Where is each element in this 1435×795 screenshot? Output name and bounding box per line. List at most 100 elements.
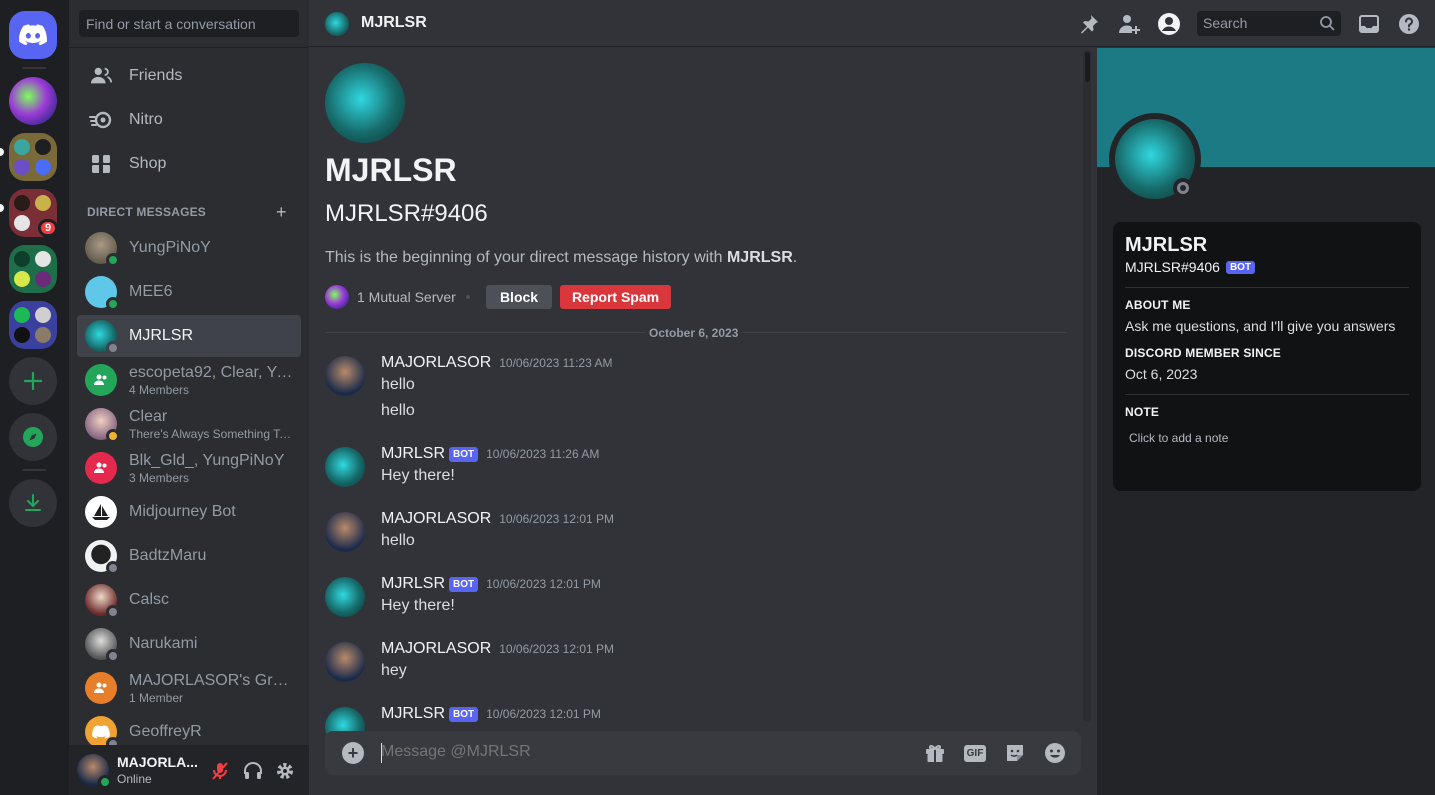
profile-name: MJRLSR: [1125, 234, 1208, 256]
note-input[interactable]: Click to add a note: [1129, 431, 1409, 445]
download-apps-button[interactable]: [9, 479, 57, 527]
scrollbar-track[interactable]: [1083, 50, 1091, 722]
scrollbar-thumb[interactable]: [1085, 52, 1090, 82]
about-me-heading: ABOUT ME: [1125, 298, 1191, 312]
avatar: [85, 408, 120, 443]
message-author[interactable]: MAJORLASOR: [381, 354, 491, 372]
report-spam-button[interactable]: Report Spam: [560, 285, 671, 309]
user-profile-toggle[interactable]: [1157, 12, 1181, 36]
home-button[interactable]: [9, 11, 57, 59]
intro-text-name: MJRLSR: [726, 249, 793, 266]
create-dm-button[interactable]: +: [276, 202, 287, 223]
gif-icon: GIF: [963, 744, 987, 762]
rail-separator: [22, 67, 46, 69]
message: MJRLSR BOT 10/06/2023 12:01 PM Hey there!: [325, 575, 1065, 619]
avatar: [85, 496, 117, 528]
message-avatar[interactable]: [325, 512, 365, 552]
nav-label: Shop: [129, 155, 167, 172]
mutual-servers-link[interactable]: 1 Mutual Server: [325, 285, 456, 309]
intro-name: MJRLSR: [325, 152, 457, 188]
nav-nitro[interactable]: Nitro: [77, 99, 301, 141]
message-avatar[interactable]: [325, 642, 365, 682]
find-conversation-input[interactable]: Find or start a conversation: [79, 10, 299, 37]
message: MAJORLASOR 10/06/2023 12:01 PM hey: [325, 640, 1065, 684]
dm-name: Clear: [129, 407, 168, 425]
message-content: hey: [381, 662, 407, 679]
search-input[interactable]: Search: [1197, 11, 1341, 36]
add-friends-to-dm-button[interactable]: [1117, 12, 1141, 36]
pinned-messages-button[interactable]: [1077, 12, 1101, 36]
dm-name: Narukami: [129, 635, 198, 652]
server-folder-4[interactable]: [9, 301, 57, 349]
dm-item[interactable]: YungPiNoY: [77, 227, 301, 269]
status-online-icon: [98, 775, 112, 789]
help-button[interactable]: [1397, 12, 1421, 36]
upload-button[interactable]: +: [342, 742, 364, 764]
status-online-icon: [106, 297, 120, 311]
message-timestamp: 10/06/2023 12:01 PM: [499, 642, 615, 656]
server-icon: [325, 285, 349, 309]
message-author[interactable]: MAJORLASOR: [381, 510, 491, 528]
dm-item[interactable]: Narukami: [77, 623, 301, 665]
message: MJRLSR BOT 10/06/2023 11:26 AM Hey there!: [325, 445, 1065, 489]
inbox-button[interactable]: [1357, 12, 1381, 36]
dm-item[interactable]: Blk_Gld_, YungPiNoY 3 Members: [77, 447, 301, 489]
dm-name: escopeta92, Clear, Yu...: [129, 363, 293, 381]
message-author[interactable]: MJRLSR: [381, 575, 445, 593]
mute-button[interactable]: [209, 760, 231, 782]
user-status: Online: [117, 772, 152, 786]
status-offline-icon: [106, 605, 120, 619]
message-avatar[interactable]: [325, 447, 365, 487]
message-avatar[interactable]: [325, 577, 365, 617]
dm-item[interactable]: escopeta92, Clear, Yu... 4 Members: [77, 359, 301, 401]
dm-item[interactable]: MAJORLASOR's Group 1 Member: [77, 667, 301, 709]
explore-button[interactable]: [9, 413, 57, 461]
add-server-button[interactable]: [9, 357, 57, 405]
server-icon-1[interactable]: [9, 77, 57, 125]
sticker-button[interactable]: [1003, 741, 1027, 765]
block-button[interactable]: Block: [486, 285, 552, 309]
intro-avatar: [325, 63, 405, 143]
message: MAJORLASOR 10/06/2023 11:23 AM hello hell…: [325, 354, 1065, 420]
dm-item[interactable]: Clear There's Always Something To ...: [77, 403, 301, 445]
message-avatar[interactable]: [325, 356, 365, 396]
nav-friends[interactable]: Friends: [77, 55, 301, 97]
nav-shop[interactable]: Shop: [77, 143, 301, 185]
message-timestamp: 10/06/2023 12:01 PM: [486, 577, 601, 591]
dm-name: MEE6: [129, 283, 173, 300]
gif-button[interactable]: GIF: [963, 741, 987, 765]
dm-item-selected[interactable]: MJRLSR: [77, 315, 301, 357]
dm-item[interactable]: Midjourney Bot: [77, 491, 301, 533]
member-since-date: Oct 6, 2023: [1125, 366, 1198, 382]
sailboat-icon: [92, 504, 110, 520]
user-avatar[interactable]: [77, 754, 112, 789]
dm-name: MJRLSR: [129, 327, 194, 344]
dm-item[interactable]: BadtzMaru: [77, 535, 301, 577]
divider: [1125, 287, 1409, 288]
gift-button[interactable]: [923, 741, 947, 765]
dm-item[interactable]: Calsc: [77, 579, 301, 621]
dm-item[interactable]: MEE6: [77, 271, 301, 313]
dm-subtext: 3 Members: [129, 470, 190, 485]
avatar: [85, 584, 120, 619]
status-idle-icon: [106, 429, 120, 443]
member-since-heading: DISCORD MEMBER SINCE: [1125, 346, 1282, 360]
message-author[interactable]: MJRLSR: [381, 445, 445, 463]
server-folder-1[interactable]: [9, 133, 57, 181]
dm-name: Calsc: [129, 591, 170, 608]
message-content: hello: [381, 532, 415, 549]
bot-badge: BOT: [449, 576, 479, 592]
emoji-button[interactable]: [1043, 741, 1067, 765]
server-folder-3[interactable]: [9, 245, 57, 293]
discord-logo-icon: [19, 24, 47, 46]
message-content: hello: [381, 376, 415, 393]
user-settings-button[interactable]: [274, 760, 296, 782]
message-author[interactable]: MJRLSR: [381, 705, 445, 723]
message-author[interactable]: MAJORLASOR: [381, 640, 491, 658]
inbox-icon: [1359, 15, 1379, 33]
separator-dot: [466, 295, 470, 299]
plus-icon: [23, 371, 43, 391]
deafen-button[interactable]: [242, 760, 264, 782]
add-user-icon: [1119, 15, 1140, 34]
message-input[interactable]: [381, 743, 901, 761]
